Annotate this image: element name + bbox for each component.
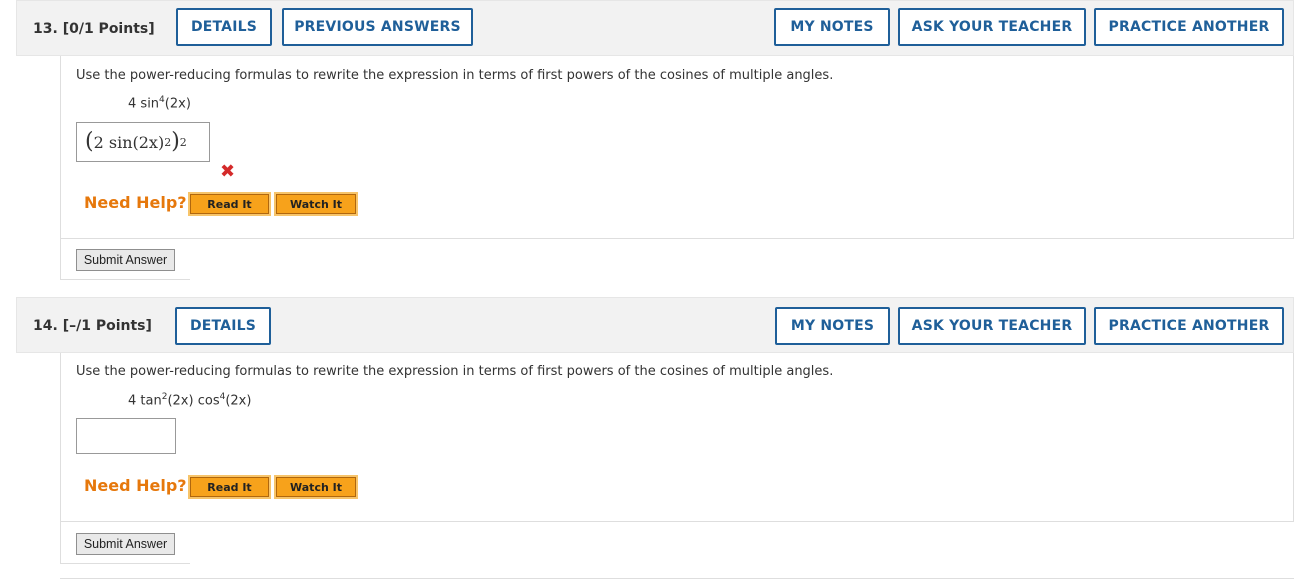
q14-watch-it-button[interactable]: Watch It [274, 475, 358, 499]
q14-my-notes-button[interactable]: MY NOTES [775, 307, 890, 345]
q13-details-button[interactable]: DETAILS [176, 8, 272, 46]
q13-answer-func: 2 sin [93, 132, 133, 152]
q13-answer-arg: (2x) [132, 132, 165, 152]
q13-number: 13. [33, 21, 58, 37]
q13-my-notes-button[interactable]: MY NOTES [774, 8, 890, 46]
q13-need-help-label: Need Help? [84, 193, 187, 212]
q13-previous-answers-button[interactable]: PREVIOUS ANSWERS [282, 8, 473, 46]
q13-answer-field[interactable]: ( 2 sin (2x) 2 ) 2 [76, 122, 210, 162]
q13-answer-exp-inner: 2 [164, 135, 172, 149]
q13-answer-exp-outer: 2 [179, 135, 187, 149]
q13-expression: 4 sin4(2x) [128, 95, 191, 112]
q14-points: [–/1 Points] [62, 318, 152, 334]
q13-submit-button[interactable]: Submit Answer [76, 249, 175, 271]
q13-answer-open-paren: ( [85, 129, 94, 154]
q13-prompt: Use the power-reducing formulas to rewri… [76, 68, 834, 83]
q14-need-help-label: Need Help? [84, 476, 187, 495]
q14-answer-field[interactable] [76, 418, 176, 454]
q13-practice-another-button[interactable]: PRACTICE ANOTHER [1094, 8, 1284, 46]
q13-points: [0/1 Points] [62, 21, 155, 37]
q14-expression: 4 tan2(2x) cos4(2x) [128, 392, 252, 409]
q14-title: 14. [–/1 Points] [33, 298, 152, 354]
q14-submit-button[interactable]: Submit Answer [76, 533, 175, 555]
q14-number: 14. [33, 318, 58, 334]
q14-details-button[interactable]: DETAILS [175, 307, 271, 345]
q14-read-it-button[interactable]: Read It [188, 475, 271, 499]
q13-answer-close-paren: ) [171, 129, 180, 154]
q14-practice-another-button[interactable]: PRACTICE ANOTHER [1094, 307, 1284, 345]
q14-prompt: Use the power-reducing formulas to rewri… [76, 364, 834, 379]
q13-title: 13. [0/1 Points] [33, 1, 155, 57]
q13-watch-it-button[interactable]: Watch It [274, 192, 358, 216]
q13-ask-teacher-button[interactable]: ASK YOUR TEACHER [898, 8, 1086, 46]
incorrect-x-icon: ✖ [220, 161, 236, 182]
q14-ask-teacher-button[interactable]: ASK YOUR TEACHER [898, 307, 1086, 345]
q13-read-it-button[interactable]: Read It [188, 192, 271, 216]
